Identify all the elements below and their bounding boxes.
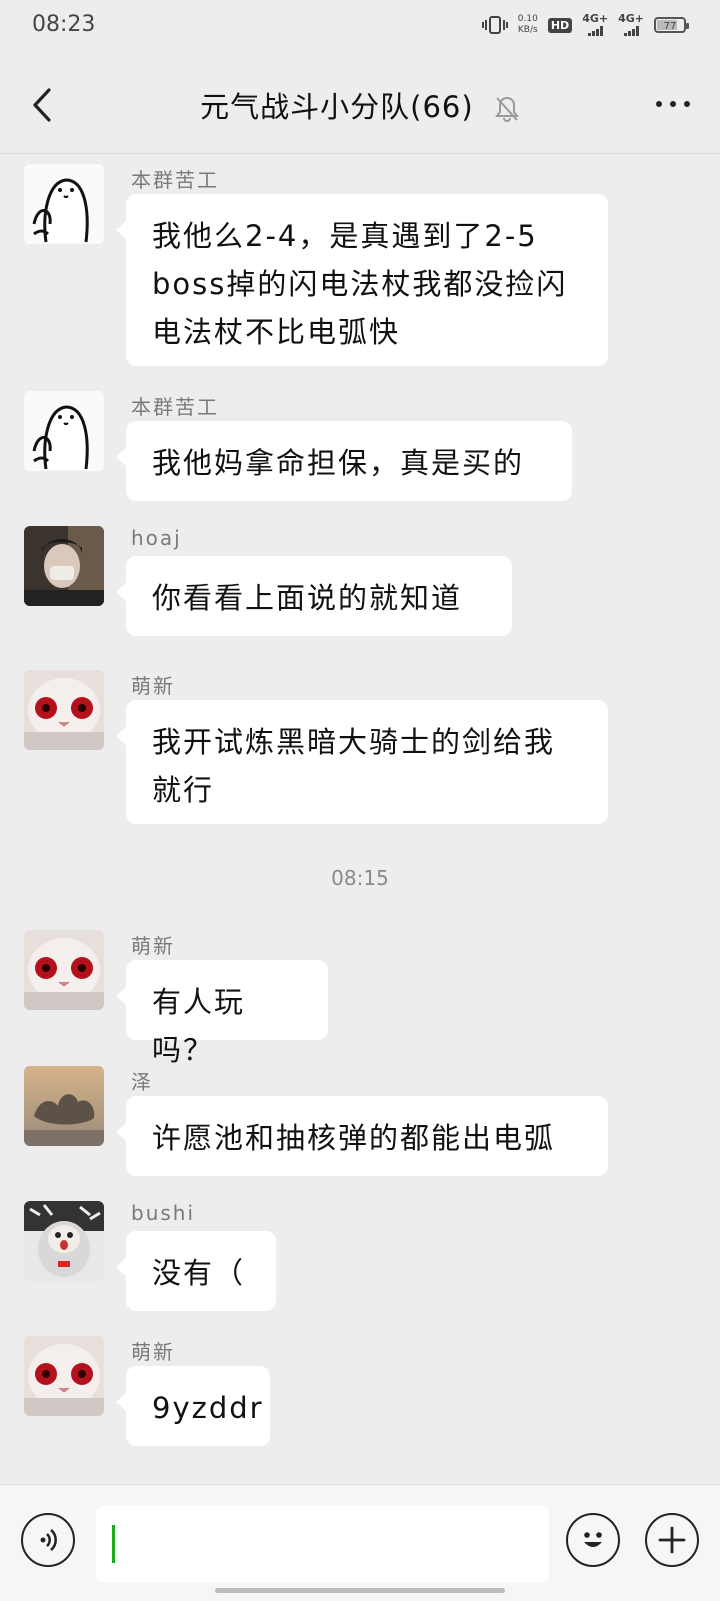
avatar[interactable]: [24, 526, 104, 606]
chat-title: 元气战斗小分队(66): [0, 84, 720, 126]
emoji-icon: [584, 1532, 602, 1547]
status-icons: 0.10 KB/s HD 4G+ 4G+ 77: [481, 12, 689, 36]
sky-cloud-avatar-icon: [24, 1066, 104, 1146]
status-bar: 08:23 0.10 KB/s HD 4G+ 4G+ 77: [0, 0, 720, 52]
battery-level: 77: [663, 21, 677, 32]
voice-button[interactable]: [21, 1513, 75, 1567]
cat-hoodie-avatar-icon: [24, 1201, 104, 1281]
hd-badge: HD: [547, 17, 573, 33]
avatar[interactable]: [24, 1336, 104, 1416]
more-dot: [656, 101, 662, 107]
sender-name: 本群苦工: [131, 168, 219, 192]
chat-title-text: 元气战斗小分队(66): [200, 90, 474, 124]
timestamp: 08:15: [331, 866, 389, 890]
more-options-button[interactable]: [656, 90, 690, 118]
sender-name: 萌新: [131, 674, 175, 698]
more-dot: [684, 101, 690, 107]
sender-name: 萌新: [131, 934, 175, 958]
text-caret: [112, 1525, 115, 1563]
cartoon-blob-avatar-icon: [24, 391, 104, 471]
net-speed-unit: KB/s: [517, 25, 538, 35]
sender-name: 本群苦工: [131, 395, 219, 419]
signal-1: 4G+: [582, 12, 609, 36]
voice-icon: [40, 1529, 57, 1551]
message-bubble[interactable]: 你看看上面说的就知道: [116, 556, 512, 636]
sender-name: 泽: [131, 1070, 153, 1094]
chat-header: 元气战斗小分队(66): [0, 62, 720, 148]
more-dot: [670, 101, 676, 107]
signal-2-label: 4G+: [618, 12, 644, 25]
header-divider: [0, 153, 720, 154]
signal-1-label: 4G+: [582, 12, 609, 25]
net-speed: 0.10 KB/s: [518, 14, 538, 36]
person-photo-avatar-icon: [24, 526, 104, 606]
bell-muted-icon: [494, 96, 519, 123]
emoji-button[interactable]: [566, 1513, 620, 1567]
avatar[interactable]: [24, 391, 104, 471]
battery-icon: 77: [654, 17, 689, 33]
net-speed-value: 0.10: [517, 14, 538, 24]
avatar[interactable]: [24, 930, 104, 1010]
status-time: 08:23: [32, 12, 96, 37]
vibrate-icon: [481, 16, 508, 34]
plus-button[interactable]: [645, 1513, 699, 1567]
message-bubble[interactable]: 9yzddr: [116, 1366, 270, 1446]
signal-1-bars-icon: [587, 26, 603, 36]
home-indicator[interactable]: [215, 1588, 505, 1593]
sender-name: 萌新: [131, 1340, 175, 1364]
avatar[interactable]: [24, 670, 104, 750]
message-bubble[interactable]: 没有（: [116, 1231, 276, 1311]
avatar[interactable]: [24, 164, 104, 244]
plus-icon: [658, 1526, 686, 1554]
cartoon-blob-avatar-icon: [24, 164, 104, 244]
avatar[interactable]: [24, 1201, 104, 1281]
message-bubble[interactable]: 我开试炼黑暗大骑士的剑给我就行: [116, 700, 608, 824]
message-bubble[interactable]: 我他么2-4，是真遇到了2-5 boss掉的闪电法杖我都没捡闪电法杖不比电弧快: [116, 194, 608, 366]
message-bubble[interactable]: 我他妈拿命担保，真是买的: [116, 421, 572, 501]
message-bubble[interactable]: 许愿池和抽核弹的都能出电弧: [116, 1096, 608, 1176]
message-input[interactable]: [96, 1505, 549, 1583]
red-eye-cat-avatar-icon: [24, 670, 104, 750]
signal-2: 4G+: [618, 12, 644, 36]
red-eye-cat-avatar-icon: [24, 930, 104, 1010]
avatar[interactable]: [24, 1066, 104, 1146]
sender-name: bushi: [131, 1201, 196, 1225]
sender-name: hoaj: [131, 526, 182, 550]
signal-2-bars-icon: [623, 26, 639, 36]
input-bar: [0, 1484, 720, 1601]
red-eye-cat-avatar-icon: [24, 1336, 104, 1416]
message-bubble[interactable]: 有人玩吗？: [116, 960, 328, 1067]
